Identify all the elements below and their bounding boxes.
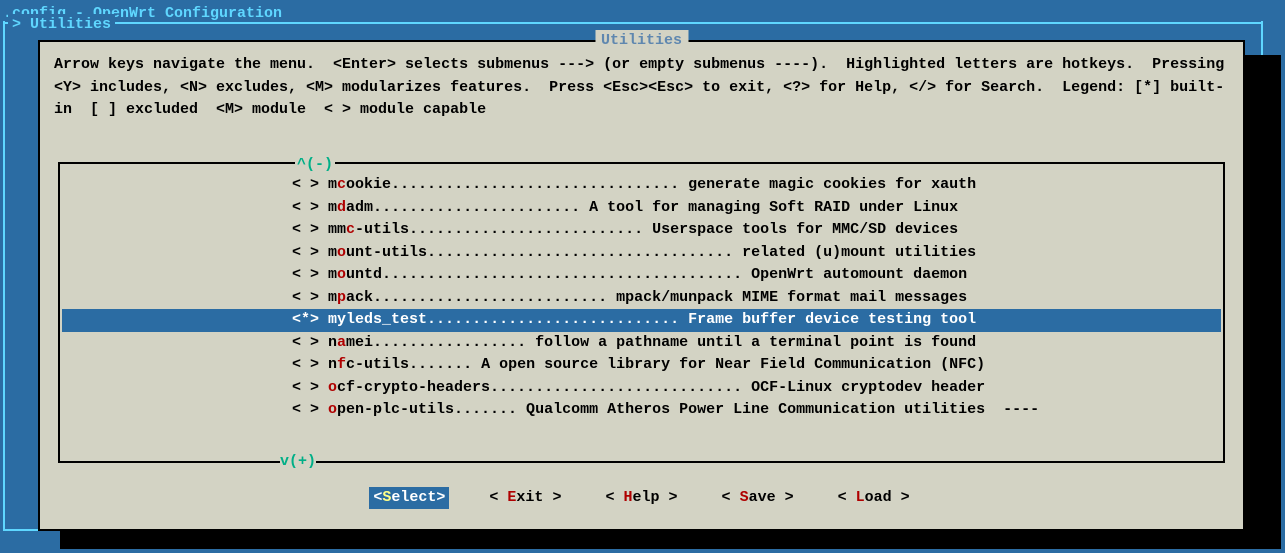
menu-item-text: adm....................... A tool for ma… — [346, 199, 958, 216]
menu-item-mark: < > — [292, 401, 328, 418]
button-bracket: < — [722, 489, 740, 506]
menu-item-text: cf-crypto-headers.......................… — [337, 379, 985, 396]
utilities-panel: Utilities Arrow keys navigate the menu. … — [38, 40, 1245, 531]
menu-list[interactable]: < > mcookie.............................… — [62, 174, 1221, 457]
button-bar: <Select> < Exit > < Help > < Save > < Lo… — [40, 487, 1243, 510]
menu-item-prefix: m — [328, 289, 337, 306]
menu-item[interactable]: < > mcookie.............................… — [62, 174, 1221, 197]
menu-item-prefix: m — [328, 244, 337, 261]
menu-item-text: -utils.......................... Userspa… — [355, 221, 958, 238]
action-button[interactable]: < Help > — [601, 487, 681, 510]
button-hotkey: S — [382, 489, 391, 506]
menu-item-mark: <*> — [292, 311, 328, 328]
menu-item[interactable]: < > nfc-utils....... A open source libra… — [62, 354, 1221, 377]
menu-item-mark: < > — [292, 244, 328, 261]
menu-item-prefix: mm — [328, 221, 346, 238]
menu-item[interactable]: < > mountd..............................… — [62, 264, 1221, 287]
menu-item-hotkey: d — [337, 199, 346, 216]
button-bracket: < — [838, 489, 856, 506]
menu-item-mark: < > — [292, 266, 328, 283]
menu-item[interactable]: < > mpack.......................... mpac… — [62, 287, 1221, 310]
menu-item-hotkey: o — [337, 244, 346, 261]
button-label: xit — [516, 489, 543, 506]
menu-item[interactable]: < > namei................. follow a path… — [62, 332, 1221, 355]
action-button[interactable]: < Exit > — [485, 487, 565, 510]
button-bracket: > — [776, 489, 794, 506]
menu-item-prefix: myl — [328, 311, 355, 328]
action-button[interactable]: <Select> — [369, 487, 449, 510]
menu-item-prefix: m — [328, 199, 337, 216]
button-hotkey: L — [856, 489, 865, 506]
menu-item-hotkey: p — [337, 289, 346, 306]
button-hotkey: S — [740, 489, 749, 506]
button-bracket: < — [605, 489, 623, 506]
help-text: Arrow keys navigate the menu. <Enter> se… — [40, 42, 1243, 122]
menu-item-text: mei................. follow a pathname u… — [346, 334, 976, 351]
button-label: elp — [633, 489, 660, 506]
menu-item[interactable]: < > mmc-utils.......................... … — [62, 219, 1221, 242]
button-bracket: > — [660, 489, 678, 506]
menu-item-text: ds_test............................ Fram… — [364, 311, 976, 328]
menu-item-mark: < > — [292, 334, 328, 351]
menu-item-prefix: n — [328, 334, 337, 351]
menu-item-mark: < > — [292, 199, 328, 216]
menu-item-text: untd....................................… — [346, 266, 967, 283]
button-label: oad — [865, 489, 892, 506]
button-label: elect — [391, 489, 436, 506]
button-bracket: < — [489, 489, 507, 506]
panel-title: Utilities — [595, 30, 688, 53]
action-button[interactable]: < Load > — [834, 487, 914, 510]
menu-item[interactable]: < > mount-utils.........................… — [62, 242, 1221, 265]
menu-item-mark: < > — [292, 379, 328, 396]
menu-item-hotkey: o — [328, 401, 337, 418]
menu-item[interactable]: < > ocf-crypto-headers..................… — [62, 377, 1221, 400]
menu-item[interactable]: < > mdadm....................... A tool … — [62, 197, 1221, 220]
scroll-up-indicator[interactable]: ^(-) — [295, 154, 335, 177]
breadcrumb: > Utilities — [8, 14, 115, 37]
menu-item-text: pen-plc-utils....... Qualcomm Atheros Po… — [337, 401, 1039, 418]
menu-item-hotkey: f — [337, 356, 346, 373]
menu-item-hotkey: o — [337, 266, 346, 283]
menu-item-text: c-utils....... A open source library for… — [346, 356, 985, 373]
menu-item-prefix: n — [328, 356, 337, 373]
menu-item-mark: < > — [292, 176, 328, 193]
menu-item-text: ack.......................... mpack/munp… — [346, 289, 967, 306]
button-bracket: > — [543, 489, 561, 506]
action-button[interactable]: < Save > — [718, 487, 798, 510]
menu-item-prefix: m — [328, 266, 337, 283]
menu-item-hotkey: a — [337, 334, 346, 351]
menu-item-hotkey: c — [346, 221, 355, 238]
menu-item-text: unt-utils...............................… — [346, 244, 976, 261]
button-hotkey: H — [623, 489, 632, 506]
menu-item-prefix: m — [328, 176, 337, 193]
menu-item-hotkey: e — [355, 311, 364, 328]
menu-item-hotkey: o — [328, 379, 337, 396]
menu-item[interactable]: <*> myleds_test.........................… — [62, 309, 1221, 332]
button-label: ave — [749, 489, 776, 506]
menu-item-mark: < > — [292, 356, 328, 373]
menu-item-mark: < > — [292, 289, 328, 306]
menu-item[interactable]: < > open-plc-utils....... Qualcomm Ather… — [62, 399, 1221, 422]
menu-item-mark: < > — [292, 221, 328, 238]
scroll-down-indicator[interactable]: v(+) — [280, 451, 316, 474]
button-bracket: > — [436, 489, 445, 506]
menu-item-text: ookie................................ ge… — [346, 176, 976, 193]
button-bracket: > — [892, 489, 910, 506]
menu-item-hotkey: c — [337, 176, 346, 193]
button-bracket: < — [373, 489, 382, 506]
